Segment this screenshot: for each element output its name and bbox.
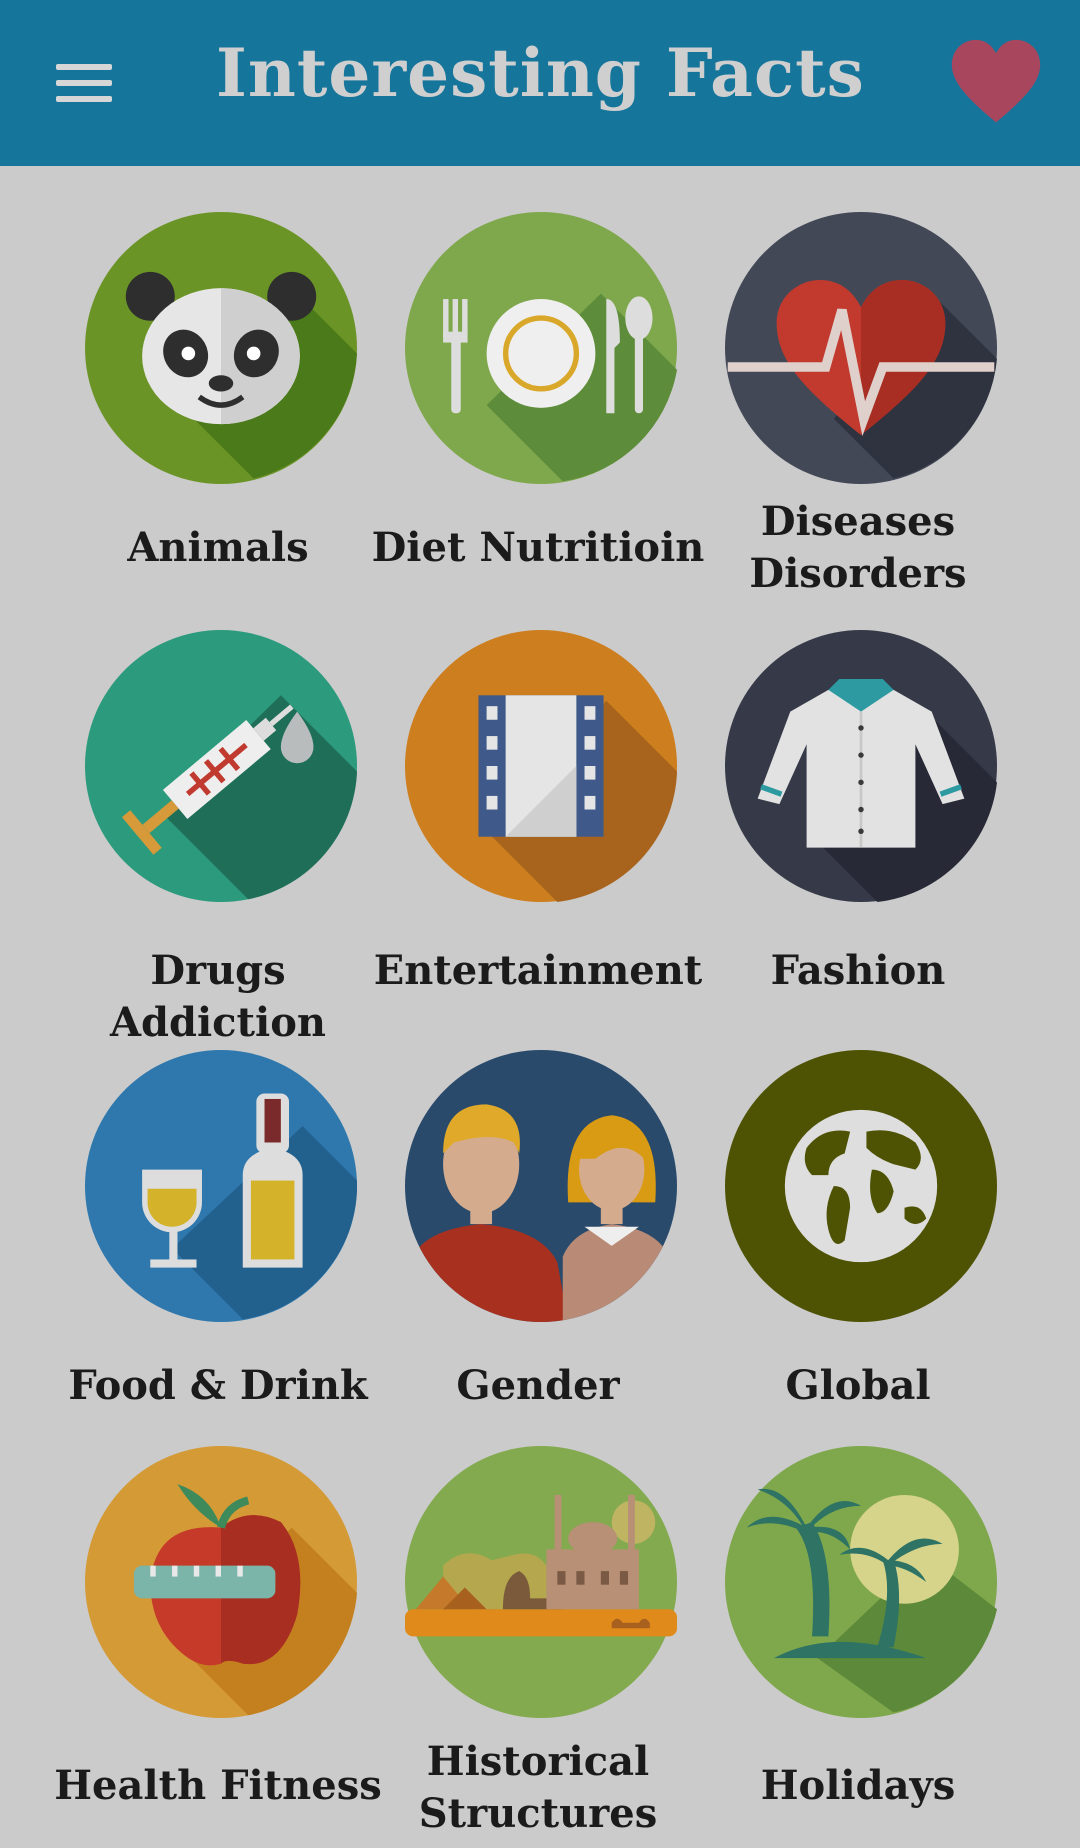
category-historical-structures[interactable]: Historical Structures	[378, 1426, 698, 1837]
category-label: Food & Drink	[68, 1362, 368, 1409]
syringe-icon	[85, 630, 357, 902]
heart-icon[interactable]	[948, 36, 1044, 132]
category-label: Fashion	[770, 947, 946, 994]
category-label: Global	[785, 1362, 931, 1409]
hamburger-menu-icon[interactable]	[42, 50, 126, 116]
app-bar: Interesting Facts	[0, 0, 1080, 166]
category-label: Diseases Disorders	[749, 498, 967, 597]
category-label: Gender	[456, 1362, 620, 1409]
palm-tree-icon	[725, 1446, 997, 1718]
category-label: Historical Structures	[418, 1738, 658, 1837]
pyramids-mosque-icon	[405, 1446, 677, 1718]
panda-icon	[85, 212, 357, 484]
wine-bottle-icon	[85, 1050, 357, 1322]
category-diseases-disorders[interactable]: Diseases Disorders	[698, 192, 1018, 597]
plate-cutlery-icon	[405, 212, 677, 484]
category-drugs-addiction[interactable]: Drugs Addiction	[58, 610, 378, 1046]
category-label: Diet Nutritioin	[371, 524, 705, 571]
category-label: Health Fitness	[54, 1762, 382, 1809]
heartbeat-icon	[725, 212, 997, 484]
page-title: Interesting Facts	[216, 34, 865, 112]
category-diet-nutrition[interactable]: Diet Nutritioin	[372, 192, 704, 582]
category-global[interactable]: Global	[698, 1030, 1018, 1420]
category-fashion[interactable]: Fashion	[698, 610, 1018, 1000]
globe-icon	[725, 1050, 997, 1322]
shirt-icon	[725, 630, 997, 902]
category-label: Animals	[127, 524, 309, 571]
apple-measuring-tape-icon	[85, 1446, 357, 1718]
category-label: Holidays	[760, 1762, 956, 1809]
category-gender[interactable]: Gender	[378, 1030, 698, 1420]
category-health-fitness[interactable]: Health Fitness	[54, 1426, 382, 1816]
category-holidays[interactable]: Holidays	[698, 1426, 1018, 1816]
category-food-drink[interactable]: Food & Drink	[58, 1030, 378, 1420]
category-entertainment[interactable]: Entertainment	[374, 610, 702, 1000]
category-animals[interactable]: Animals	[58, 192, 378, 582]
film-strip-icon	[405, 630, 677, 902]
man-woman-icon	[405, 1050, 677, 1322]
category-label: Entertainment	[373, 947, 703, 994]
